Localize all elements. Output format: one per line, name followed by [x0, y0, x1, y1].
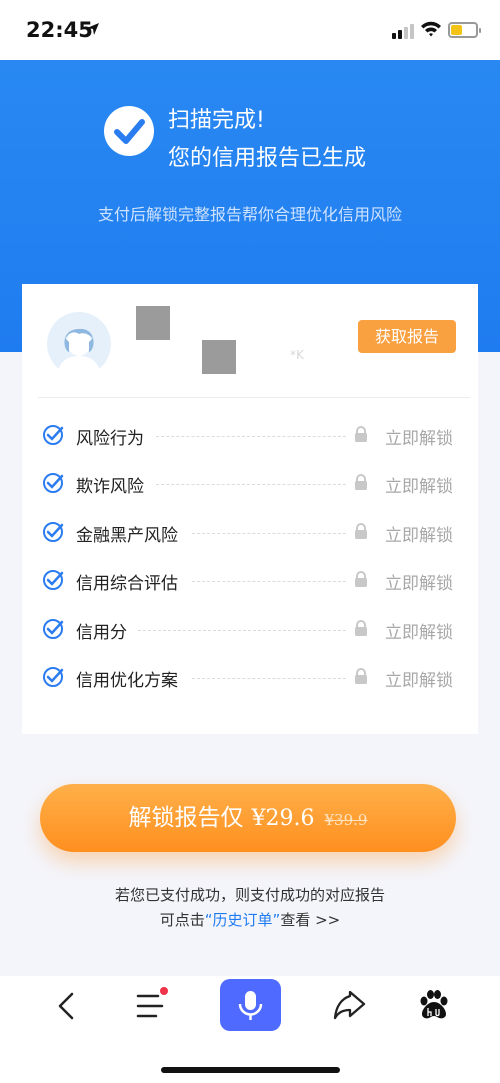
report-item-label: 欺诈风险	[76, 477, 144, 497]
report-item-optimization-plan[interactable]: 信用优化方案 立即解锁	[42, 662, 462, 692]
history-orders-link[interactable]: “历史订单”	[205, 911, 281, 929]
cellular-signal-icon	[392, 24, 414, 39]
check-icon	[43, 522, 64, 542]
baidu-home-button[interactable]	[404, 976, 464, 1036]
page-subtitle: 支付后解锁完整报告帮你合理优化信用风险	[97, 205, 402, 224]
get-report-button[interactable]: 获取报告	[358, 320, 456, 353]
unlock-report-button[interactable]: 解锁报告仅 ¥29.6 ¥39.9	[40, 784, 456, 852]
check-icon	[43, 667, 64, 687]
report-item-label: 信用分	[76, 623, 127, 643]
check-icon	[43, 473, 64, 493]
unlock-now-link[interactable]: 立即解锁	[385, 521, 453, 546]
original-price: ¥39.9	[324, 811, 368, 829]
dashed-line	[192, 678, 346, 679]
unlock-report-label: 解锁报告仅	[128, 805, 244, 831]
page-title-line2: 您的信用报告已生成	[168, 146, 367, 171]
share-icon	[333, 990, 366, 1020]
report-item-label: 风险行为	[76, 429, 144, 449]
home-indicator	[161, 1067, 340, 1073]
menu-icon	[136, 994, 164, 1018]
report-card: *K 获取报告 风险行为 立即解锁 欺诈风险 立即解锁 金融黑产风险 立即解锁 …	[22, 284, 478, 734]
check-icon	[43, 619, 64, 639]
dashed-line	[156, 436, 346, 437]
report-item-fraud-risk[interactable]: 欺诈风险 立即解锁	[42, 468, 462, 498]
note-prefix: 可点击	[159, 911, 205, 929]
unlock-now-link[interactable]: 立即解锁	[385, 618, 453, 643]
avatar	[47, 312, 111, 376]
divider	[38, 397, 470, 398]
status-time: 22:45	[26, 18, 93, 42]
notification-badge	[160, 987, 168, 995]
partially-hidden-text: ​	[0, 966, 500, 976]
dashed-line	[192, 533, 346, 534]
report-item-label: 金融黑产风险	[76, 526, 178, 546]
check-circle-icon	[104, 106, 154, 156]
unlock-now-link[interactable]: 立即解锁	[385, 666, 453, 691]
masked-text: *K	[290, 348, 304, 362]
baidu-paw-icon	[420, 990, 448, 1019]
location-arrow-icon	[87, 23, 99, 35]
lock-icon	[355, 620, 367, 636]
report-item-risk-behavior[interactable]: 风险行为 立即解锁	[42, 420, 462, 450]
back-icon	[58, 992, 74, 1020]
page-title-line1: 扫描完成!	[168, 108, 265, 133]
masked-id-block	[202, 340, 236, 374]
lock-icon	[355, 571, 367, 587]
battery-icon	[448, 22, 481, 38]
lock-icon	[355, 523, 367, 539]
report-item-label: 信用综合评估	[76, 574, 178, 594]
lock-icon	[355, 668, 367, 684]
check-icon	[43, 570, 64, 590]
check-icon	[43, 425, 64, 445]
dashed-line	[192, 581, 346, 582]
payment-note-line1: 若您已支付成功，则支付成功的对应报告	[114, 886, 385, 904]
note-suffix[interactable]: 查看 >>	[280, 911, 340, 929]
unlock-price: ¥29.6	[251, 806, 315, 831]
unlock-now-link[interactable]: 立即解锁	[385, 472, 453, 497]
menu-button[interactable]	[120, 976, 180, 1036]
voice-search-button[interactable]	[220, 979, 281, 1031]
lock-icon	[355, 426, 367, 442]
masked-name-block	[136, 306, 170, 340]
unlock-now-link[interactable]: 立即解锁	[385, 569, 453, 594]
lock-icon	[355, 474, 367, 490]
share-button[interactable]	[320, 976, 380, 1036]
report-item-credit-score[interactable]: 信用分 立即解锁	[42, 614, 462, 644]
report-item-financial-blackmarket-risk[interactable]: 金融黑产风险 立即解锁	[42, 517, 462, 547]
dashed-line	[138, 630, 346, 631]
payment-note-line2: 可点击“历史订单”查看 >>	[0, 909, 500, 930]
report-item-credit-assessment[interactable]: 信用综合评估 立即解锁	[42, 565, 462, 595]
mic-icon	[238, 991, 263, 1020]
unlock-now-link[interactable]: 立即解锁	[385, 424, 453, 449]
back-button[interactable]	[34, 976, 94, 1036]
report-item-label: 信用优化方案	[76, 671, 178, 691]
wifi-icon	[421, 21, 441, 37]
status-bar: 22:45	[0, 0, 500, 60]
dashed-line	[156, 484, 346, 485]
